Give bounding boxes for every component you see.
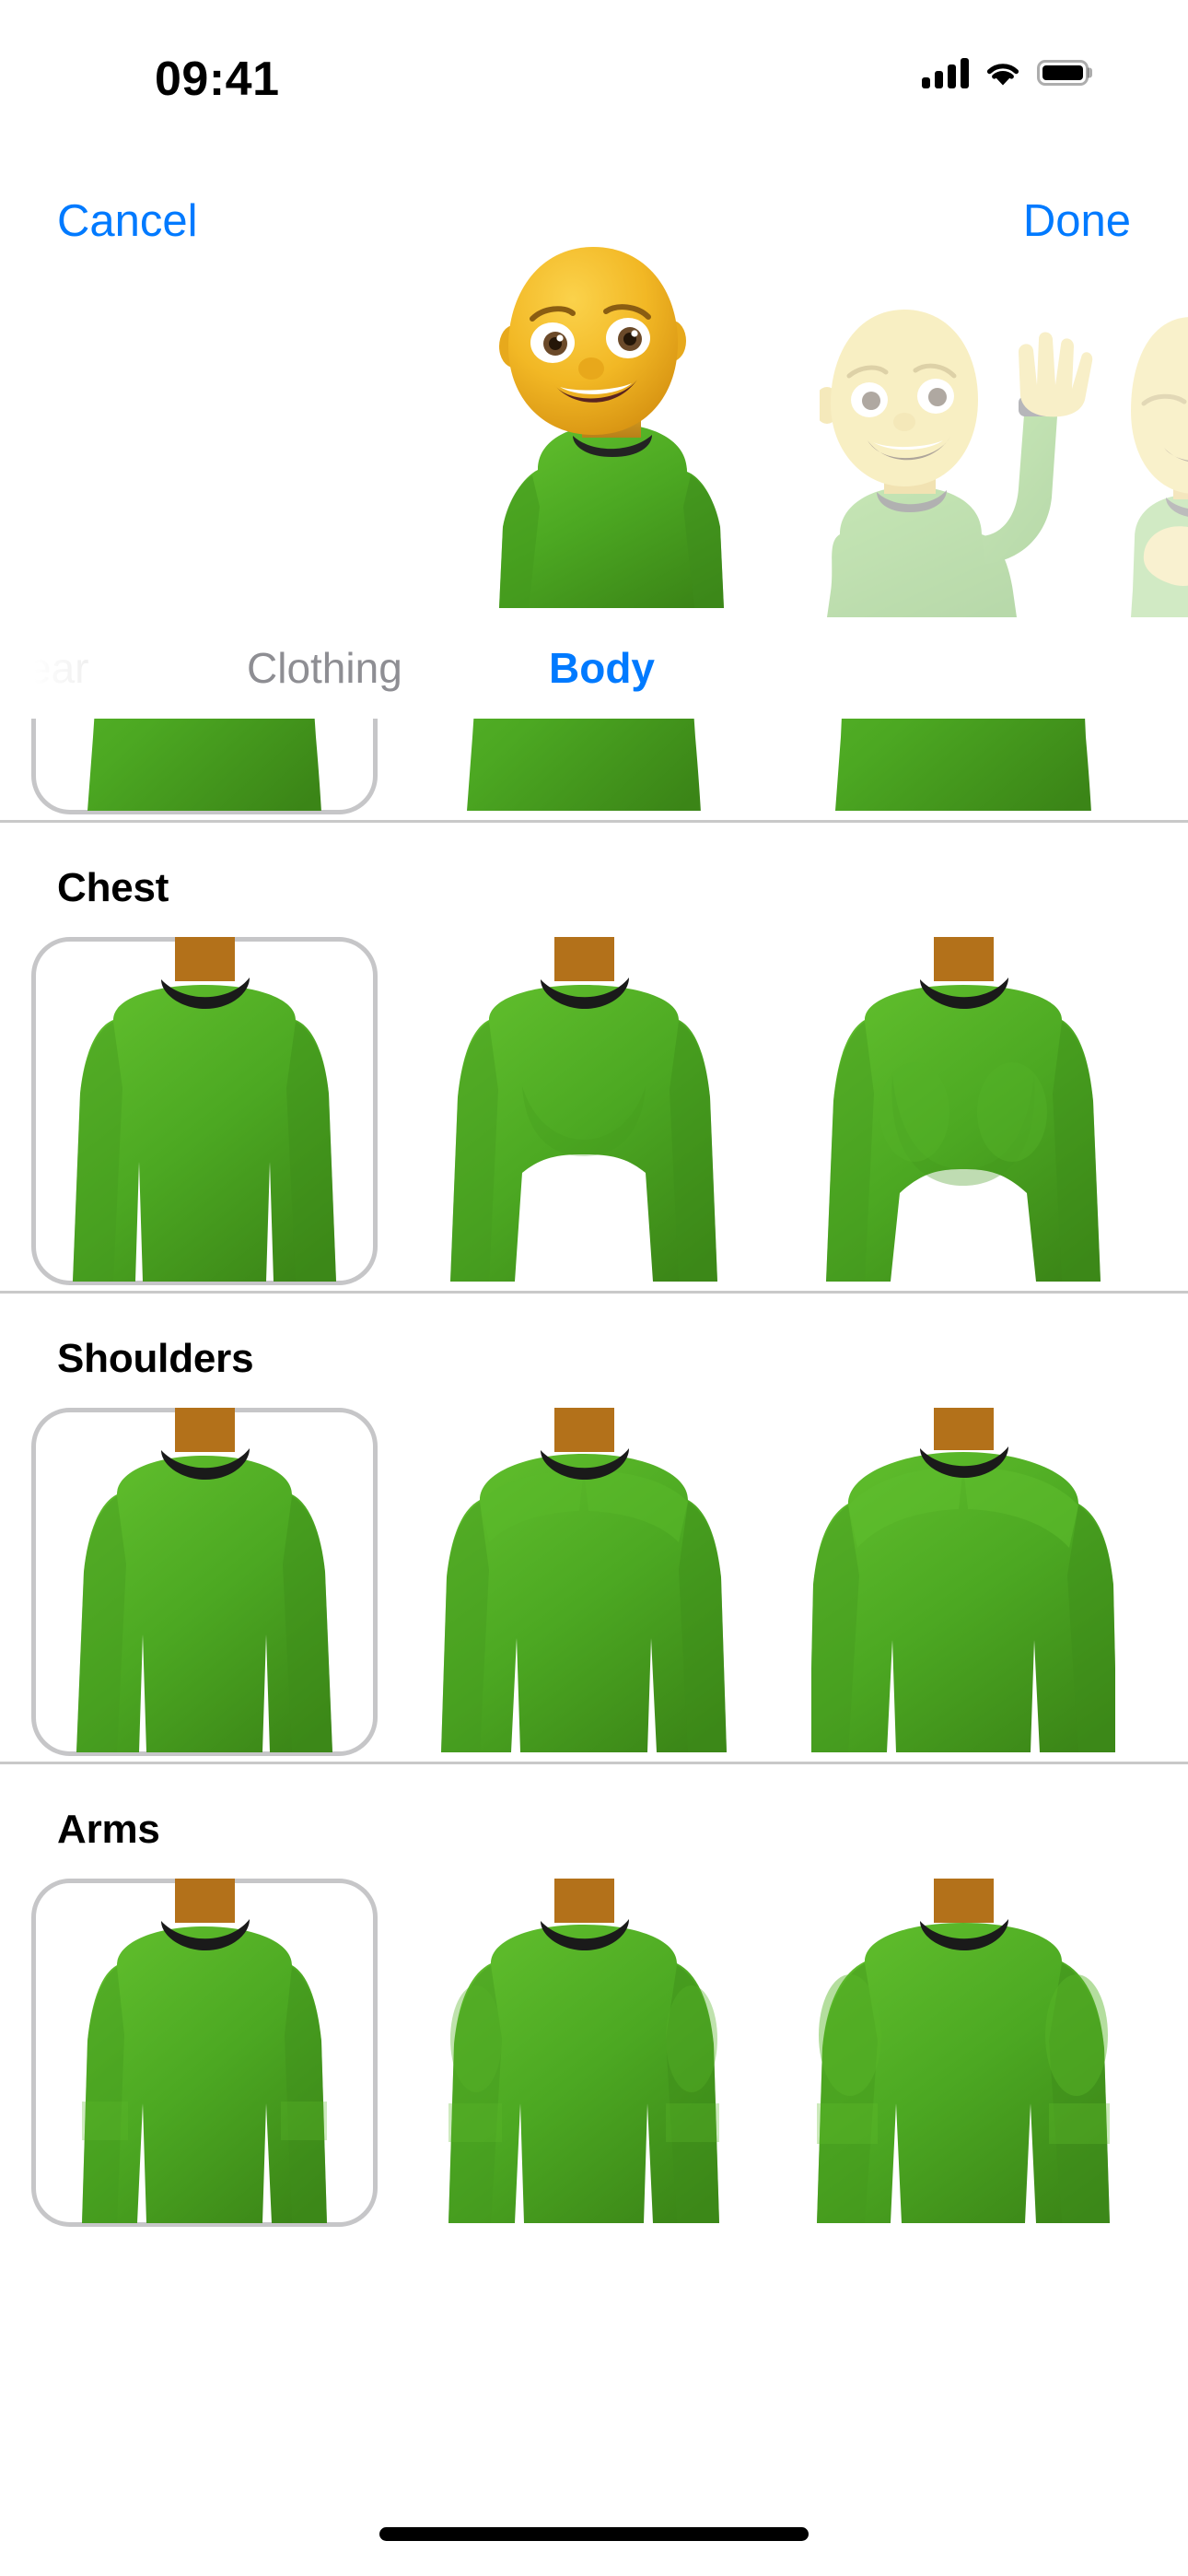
section-title-shoulders: Shoulders [57, 1336, 254, 1381]
body-option-cell[interactable] [774, 1402, 1153, 1762]
body-option-cell[interactable] [774, 1873, 1153, 2232]
navigation-bar: Cancel Done [0, 180, 1188, 263]
body-option-cell[interactable] [15, 931, 394, 1291]
option-section-arms: Arms [0, 1764, 1188, 2232]
tab-headwear[interactable]: ear [28, 617, 88, 719]
section-title-arms: Arms [57, 1807, 160, 1852]
torso-thumbnail [52, 1873, 356, 2223]
cellular-signal-icon [922, 57, 969, 88]
section-title-chest: Chest [57, 865, 169, 910]
body-option-cell[interactable] [15, 1402, 394, 1762]
option-section-clipped [0, 719, 1188, 823]
category-tabs: ear Clothing Body [0, 617, 1188, 719]
clipped-row-viewport [0, 719, 1188, 820]
tab-clothing[interactable]: Clothing [247, 617, 402, 719]
status-bar-clock: 09:41 [155, 53, 280, 106]
body-option-cell[interactable] [15, 719, 394, 820]
option-row [0, 1402, 1188, 1762]
body-option-cell[interactable] [774, 719, 1153, 820]
status-bar-indicators [922, 57, 1092, 88]
option-section-chest: Chest [0, 823, 1188, 1294]
memoji-avatar-preview[interactable] [483, 240, 740, 608]
option-row [0, 931, 1188, 1291]
torso-thumbnail [432, 719, 736, 811]
option-row [0, 1873, 1188, 2232]
torso-thumbnail [52, 1402, 356, 1752]
torso-thumbnail [811, 719, 1115, 811]
memoji-sticker-wave[interactable] [820, 304, 1124, 617]
battery-icon [1037, 60, 1092, 86]
body-option-cell[interactable] [394, 1402, 774, 1762]
body-option-cell[interactable] [774, 931, 1153, 1291]
category-tab-bar: ear Clothing Body [0, 617, 1188, 719]
option-section-shoulders: Shoulders [0, 1294, 1188, 1764]
memoji-sticker-partial[interactable] [1131, 313, 1188, 617]
body-option-cell[interactable] [394, 719, 774, 820]
body-options-scroll-view[interactable]: Chest Shoulders Arms [0, 719, 1188, 2432]
cancel-button[interactable]: Cancel [57, 180, 198, 263]
tab-body[interactable]: Body [549, 617, 655, 719]
body-option-cell[interactable] [394, 931, 774, 1291]
torso-thumbnail [432, 1873, 736, 2223]
torso-thumbnail [52, 931, 356, 1282]
wifi-icon [986, 64, 1019, 86]
torso-thumbnail [432, 931, 736, 1282]
torso-thumbnail [811, 1873, 1115, 2223]
torso-thumbnail [811, 931, 1115, 1282]
home-indicator[interactable] [379, 2527, 809, 2541]
body-option-cell[interactable] [394, 1873, 774, 2232]
status-bar: 09:41 [0, 0, 1188, 138]
torso-thumbnail [52, 719, 356, 811]
done-button[interactable]: Done [1023, 180, 1131, 263]
torso-thumbnail [432, 1402, 736, 1752]
memoji-editor-screen: 09:41 ear Clothing Body Cancel Done Ches… [0, 0, 1188, 2576]
body-option-cell[interactable] [15, 1873, 394, 2232]
option-row [0, 719, 1188, 820]
torso-thumbnail [811, 1402, 1115, 1752]
